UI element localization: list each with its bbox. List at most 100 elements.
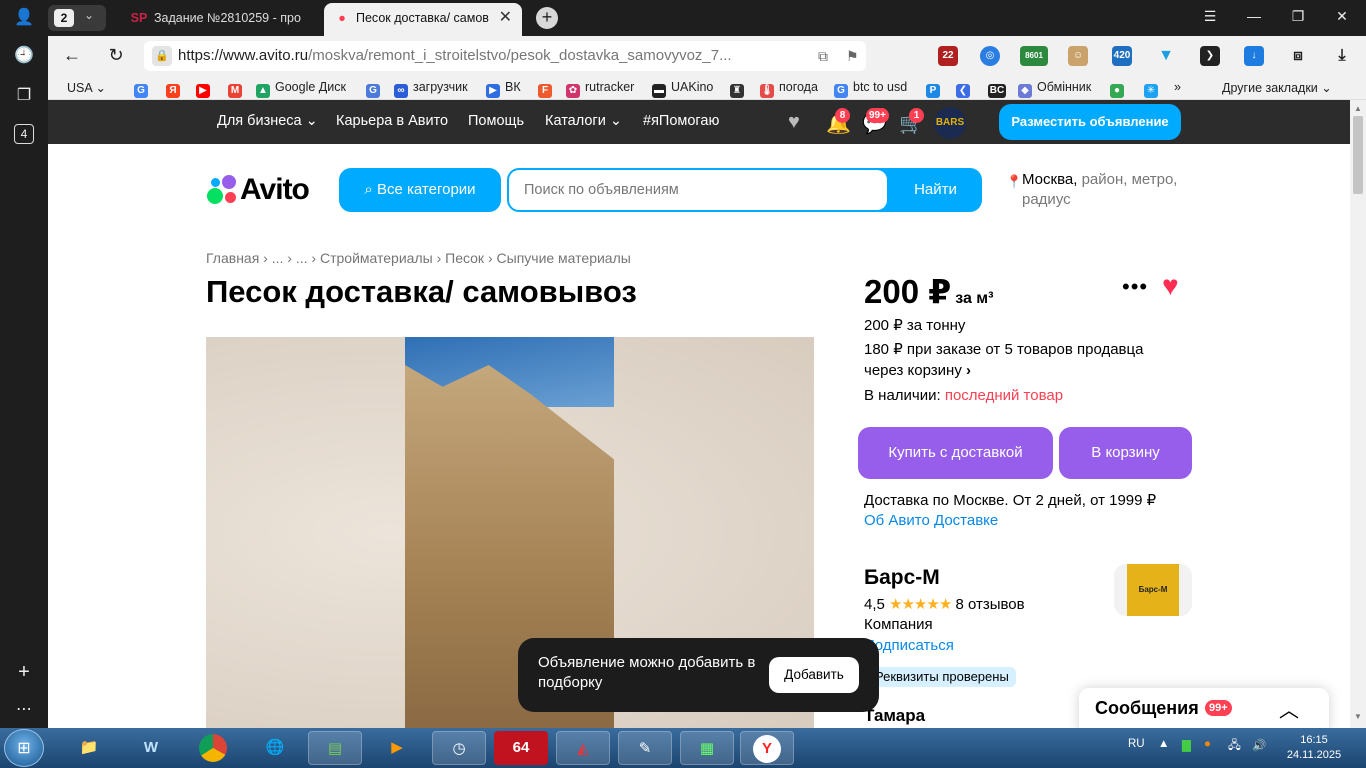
tray-expand-icon[interactable]: ▲ xyxy=(1158,738,1169,750)
post-ad-button[interactable]: Разместить объявление xyxy=(999,104,1181,140)
history-icon[interactable]: 🕘 xyxy=(12,44,36,68)
url-text[interactable]: https://www.avito.ru/moskva/remont_i_str… xyxy=(178,47,732,64)
crumb-building-materials[interactable]: Стройматериалы xyxy=(320,250,433,266)
nav-help[interactable]: Помощь xyxy=(468,113,524,129)
extension-420-icon[interactable]: 420 xyxy=(1112,46,1132,66)
browser-globe-icon[interactable]: 🌐 xyxy=(248,731,302,765)
avito-delivery-link[interactable]: Об Авито Доставке xyxy=(864,512,998,529)
extension-shield-icon[interactable]: 22 xyxy=(938,46,958,66)
crumb-home[interactable]: Главная xyxy=(206,250,259,266)
translate-icon[interactable]: ⧉ xyxy=(818,48,828,65)
volume-icon[interactable]: 🔊 xyxy=(1252,738,1266,752)
bookmark-icon[interactable]: ⚑ xyxy=(846,48,859,65)
bookmark-p[interactable]: P xyxy=(926,80,945,98)
nav-career[interactable]: Карьера в Авито xyxy=(336,113,448,129)
bookmark-bc[interactable]: BC xyxy=(988,80,1011,98)
other-bookmarks[interactable]: Другие закладки ⌄ xyxy=(1222,80,1332,95)
yandex-browser-icon[interactable]: Y xyxy=(740,731,794,765)
utility-icon[interactable]: ▤ xyxy=(308,731,362,765)
bookmarks-more[interactable]: » xyxy=(1174,80,1181,94)
buy-with-delivery-button[interactable]: Купить с доставкой xyxy=(858,427,1053,479)
bookmark-star[interactable]: ✳ xyxy=(1144,80,1163,98)
crumb-ellipsis-1[interactable]: ... xyxy=(272,250,284,266)
bookmark-btc[interactable]: Gbtc to usd xyxy=(834,80,907,98)
profile-icon[interactable]: 👤 xyxy=(12,6,36,30)
explorer-icon[interactable]: 📁 xyxy=(62,731,116,765)
tray-chrome-icon[interactable]: ● xyxy=(1204,738,1211,750)
bookmark-youtube[interactable]: ▶ xyxy=(196,80,215,98)
tab-count-icon[interactable]: 4 xyxy=(14,124,34,144)
search-button[interactable]: Найти xyxy=(889,168,982,212)
favorite-heart-icon[interactable]: ♥ xyxy=(1162,270,1179,302)
start-button[interactable]: ⊞ xyxy=(4,729,44,767)
tray-app-icon[interactable]: ▇ xyxy=(1182,738,1191,752)
chart-app-icon[interactable]: ◭ xyxy=(556,731,610,765)
bookmark-vk[interactable]: ▶ ВК xyxy=(486,80,521,98)
url-bar[interactable]: 🔒 https://www.avito.ru/moskva/remont_i_s… xyxy=(144,41,866,71)
add-to-cart-button[interactable]: В корзину xyxy=(1059,427,1192,479)
all-categories-button[interactable]: ⌕ Все категории xyxy=(339,168,501,212)
bookmark-maps[interactable]: ● xyxy=(1110,80,1129,98)
restore-icon[interactable]: ❐ xyxy=(1286,8,1310,25)
bookmark-downloader[interactable]: ∞ загрузчик xyxy=(394,80,468,98)
back-icon[interactable]: ← xyxy=(61,45,83,66)
search-input[interactable] xyxy=(509,170,887,210)
bookmark-uakino[interactable]: ▬ UAKino xyxy=(652,80,713,98)
language-indicator[interactable]: RU xyxy=(1128,738,1145,750)
bookmark-weather[interactable]: 🌡 погода xyxy=(760,80,818,98)
scroll-down-icon[interactable]: ▼ xyxy=(1354,712,1362,721)
seller-name[interactable]: Барс-М xyxy=(864,566,940,590)
chevron-up-icon[interactable]: ︿ xyxy=(1279,694,1299,723)
chrome-icon[interactable] xyxy=(186,731,240,765)
close-window-icon[interactable]: ✕ xyxy=(1330,8,1354,25)
crumb-bulk-materials[interactable]: Сыпучие материалы xyxy=(497,250,631,266)
tab-task[interactable]: SP Задание №2810259 - про xyxy=(120,3,320,36)
toast-add-button[interactable]: Добавить xyxy=(769,657,859,693)
favorites-icon[interactable]: ♥ xyxy=(788,111,800,134)
crumb-sand[interactable]: Песок xyxy=(445,250,484,266)
location-selector[interactable]: 📍 Москва, район, метро, радиус xyxy=(1006,170,1196,210)
reload-icon[interactable]: ↻ xyxy=(105,45,127,66)
bulk-price-link[interactable]: через корзину › xyxy=(864,362,971,379)
seller-logo[interactable]: Барс-М xyxy=(1114,564,1192,616)
extension-download-blue-icon[interactable]: ↓ xyxy=(1244,46,1264,66)
clock-app-icon[interactable]: ◷ xyxy=(432,731,486,765)
extension-face-icon[interactable]: ☺ xyxy=(1068,46,1088,66)
user-avatar[interactable]: BARS xyxy=(934,107,966,139)
wise-care-icon[interactable]: W xyxy=(124,731,178,765)
bookmark-gmail[interactable]: M xyxy=(228,80,247,98)
close-tab-icon[interactable]: ✕ xyxy=(499,3,512,33)
seller-rating[interactable]: 4,5 ★★★★★ 8 отзывов xyxy=(864,595,1025,613)
tab-avito[interactable]: ● Песок доставка/ самов ✕ xyxy=(324,3,522,36)
more-icon[interactable]: ⋯ xyxy=(12,698,36,722)
extension-arrow-icon[interactable]: ❯ xyxy=(1200,46,1220,66)
bookmark-usa[interactable]: USA ⌄ xyxy=(67,80,106,95)
bookmark-google-drive[interactable]: ▲ Google Диск xyxy=(256,80,346,98)
media-player-icon[interactable]: ▶ xyxy=(370,731,424,765)
new-tab-button[interactable]: + xyxy=(536,7,558,29)
nav-business[interactable]: Для бизнеса ⌄ xyxy=(217,113,318,129)
add-panel-icon[interactable]: + xyxy=(12,660,36,684)
collections-icon[interactable]: ❐ xyxy=(12,84,36,108)
bookmark-google[interactable]: G xyxy=(134,80,153,98)
extension-counter-icon[interactable]: 8601 xyxy=(1020,46,1048,66)
page-scrollbar[interactable]: ▲ ▼ xyxy=(1350,100,1366,728)
extension-globe-icon[interactable]: ◎ xyxy=(980,46,1000,66)
more-options-icon[interactable]: ••• xyxy=(1122,274,1148,300)
minimize-icon[interactable]: — xyxy=(1242,8,1266,24)
extension-diamond-icon[interactable]: ▼ xyxy=(1156,46,1176,66)
bookmark-translate[interactable]: G xyxy=(366,80,385,98)
bookmark-exchanger[interactable]: ◆ Обмінник xyxy=(1018,80,1091,98)
downloads-icon[interactable]: ⤓ xyxy=(1332,46,1352,66)
menu-icon[interactable]: ☰ xyxy=(1198,8,1222,25)
terminal-app-icon[interactable]: ▦ xyxy=(680,731,734,765)
nav-catalogs[interactable]: Каталоги ⌄ xyxy=(545,113,622,129)
bookmark-f[interactable]: F xyxy=(538,80,557,98)
app-64-icon[interactable]: 64 xyxy=(494,731,548,765)
lock-icon[interactable]: 🔒 xyxy=(152,46,172,66)
bookmark-rutracker[interactable]: ✿ rutracker xyxy=(566,80,634,98)
bookmark-arrow[interactable]: ❮ xyxy=(956,80,975,98)
network-icon[interactable]: 🖧 xyxy=(1228,738,1241,757)
messages-panel[interactable]: Сообщения 99+ ︿ xyxy=(1079,688,1329,728)
avito-logo[interactable]: Avito xyxy=(206,173,310,206)
